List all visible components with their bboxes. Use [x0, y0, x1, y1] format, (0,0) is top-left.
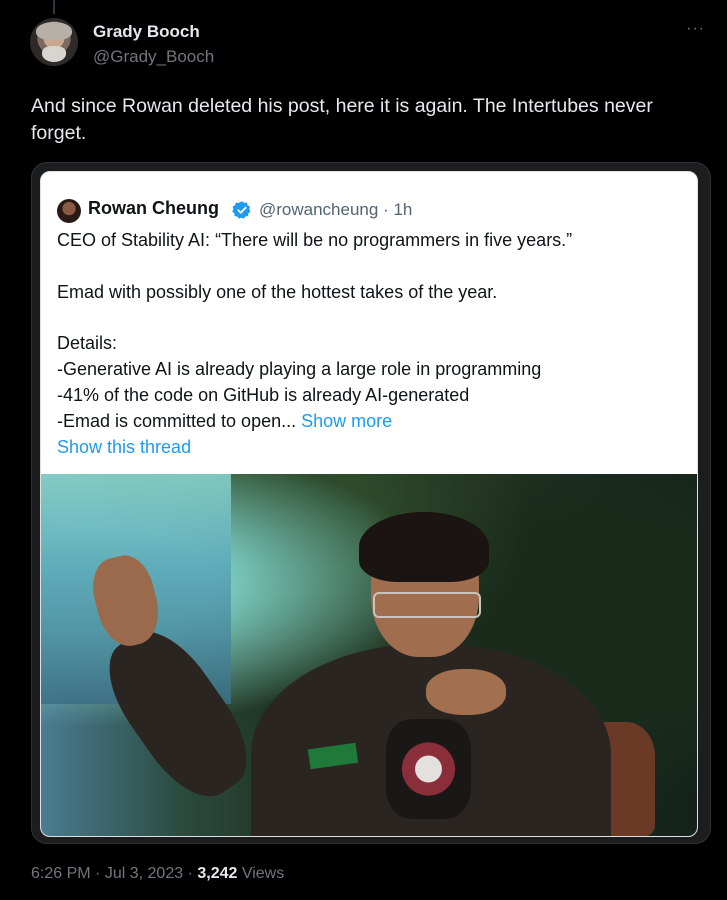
verified-badge-icon — [232, 201, 251, 219]
quoted-tweet-screenshot: Rowan Cheung @rowancheung · 1h CEO of St… — [40, 171, 698, 837]
quoted-line: Emad with possibly one of the hottest ta… — [57, 281, 498, 302]
meta-separator: · — [95, 865, 101, 882]
avatar-hair — [36, 22, 72, 40]
photo-shirt-graphic — [386, 719, 471, 819]
quoted-author-name: Rowan Cheung — [88, 198, 219, 218]
tweet-time[interactable]: 6:26 PM — [31, 865, 91, 882]
thread-connector-line — [53, 0, 55, 14]
quoted-truncated-text: -Emad is committed to open... — [57, 410, 297, 431]
author-handle[interactable]: @Grady_Booch — [93, 47, 214, 67]
quoted-line — [57, 305, 677, 331]
quoted-tweet-card[interactable]: Rowan Cheung @rowancheung · 1h CEO of St… — [31, 162, 711, 844]
quoted-line: -Generative AI is already playing a larg… — [57, 358, 542, 379]
author-name[interactable]: Grady Booch — [93, 22, 200, 42]
avatar-beard — [42, 46, 66, 62]
views-count[interactable]: 3,242 — [197, 865, 237, 882]
quoted-tweet-photo — [41, 474, 697, 836]
photo-person-hair — [359, 512, 489, 582]
show-thread-link: Show this thread — [57, 437, 192, 457]
quoted-line: CEO of Stability AI: “There will be no p… — [57, 230, 573, 250]
quoted-author-avatar — [57, 199, 81, 223]
tweet-timestamp: 6:26 PM · Jul 3, 2023 · 3,242 Views — [31, 865, 284, 883]
quoted-author-handle: @rowancheung · 1h — [259, 200, 413, 219]
more-horizontal-icon[interactable]: ··· — [686, 20, 705, 38]
meta-separator: · — [187, 865, 193, 882]
photo-person-glasses — [373, 592, 481, 618]
quoted-line: Details: — [57, 333, 118, 354]
tweet-detail: Grady Booch @Grady_Booch ··· And since R… — [0, 0, 727, 900]
quoted-line — [57, 254, 677, 280]
views-label[interactable]: Views — [242, 865, 284, 882]
photo-person-gesturing-hand — [426, 669, 506, 715]
quoted-line-last: -Emad is committed to open... Show more — [57, 409, 677, 435]
quoted-line: -41% of the code on GitHub is already AI… — [57, 384, 470, 405]
tweet-date[interactable]: Jul 3, 2023 — [105, 865, 183, 882]
tweet-text: And since Rowan deleted his post, here i… — [31, 95, 653, 144]
show-more-link: Show more — [301, 410, 393, 431]
quoted-tweet-body: CEO of Stability AI: “There will be no p… — [57, 228, 677, 434]
author-avatar[interactable] — [30, 18, 78, 66]
